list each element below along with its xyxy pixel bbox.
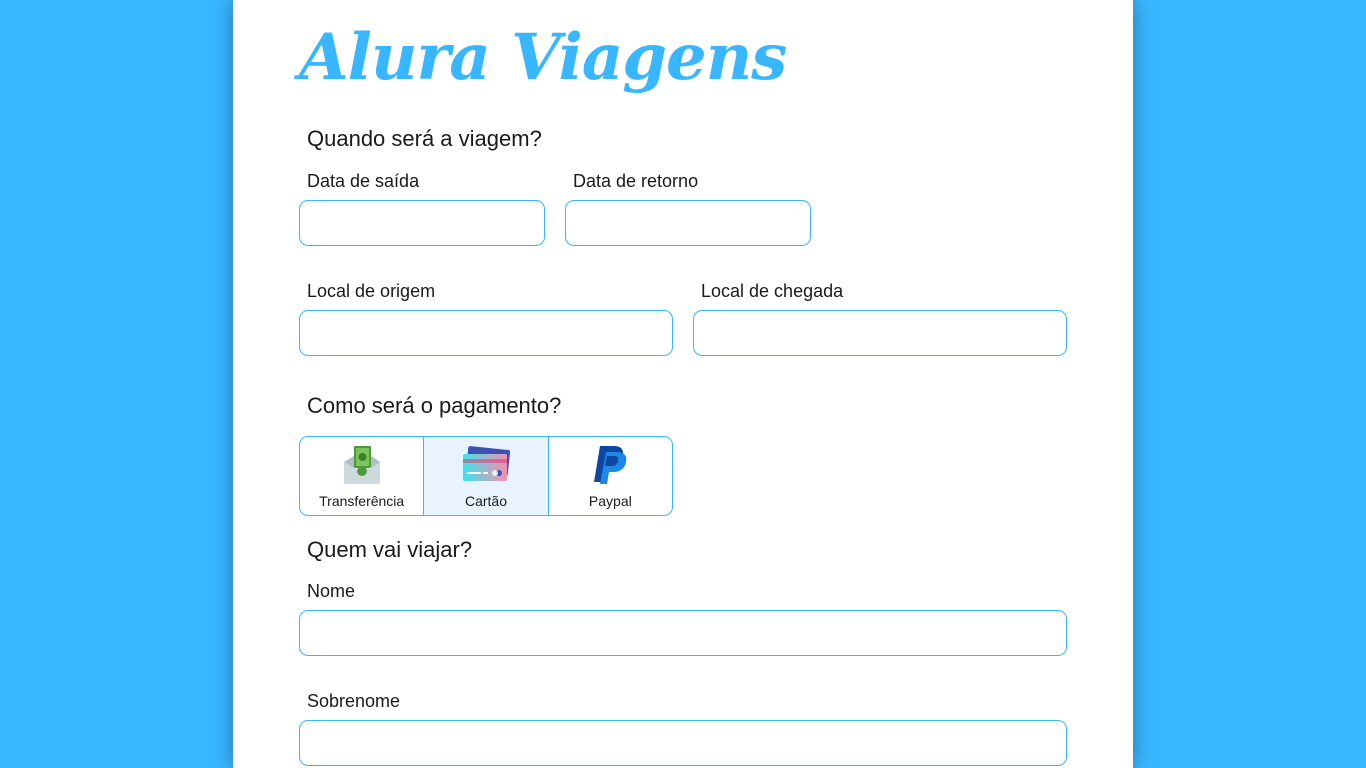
departure-date-field[interactable] bbox=[299, 200, 545, 246]
return-date-field[interactable] bbox=[565, 200, 811, 246]
logo: Alura Viagens bbox=[299, 20, 787, 95]
payment-option-label: Cartão bbox=[464, 493, 507, 509]
booking-form-card: Alura Viagens Quando será a viagem? Data… bbox=[233, 0, 1133, 768]
payment-option-transfer[interactable]: Transferência bbox=[300, 437, 423, 515]
payment-option-label: Transferência bbox=[319, 493, 405, 509]
return-date-label: Data de retorno bbox=[573, 171, 699, 191]
payment-method-selector: Transferência Cartão Paypal bbox=[299, 436, 673, 516]
first-name-field[interactable] bbox=[299, 610, 1067, 656]
payment-option-label: Paypal bbox=[588, 493, 632, 509]
origin-label: Local de origem bbox=[307, 281, 436, 301]
last-name-label: Sobrenome bbox=[307, 691, 401, 711]
destination-field[interactable] bbox=[693, 310, 1067, 356]
paypal-logo-icon bbox=[585, 443, 635, 487]
traveler-section-title: Quem vai viajar? bbox=[307, 537, 473, 562]
payment-option-paypal[interactable]: Paypal bbox=[547, 437, 672, 515]
departure-date-label: Data de saída bbox=[307, 171, 420, 191]
origin-field[interactable] bbox=[299, 310, 673, 356]
payment-section-title: Como será o pagamento? bbox=[307, 393, 562, 418]
first-name-label: Nome bbox=[307, 581, 356, 601]
trip-section-title: Quando será a viagem? bbox=[307, 126, 542, 151]
payment-option-card[interactable]: Cartão bbox=[423, 437, 548, 515]
credit-card-icon bbox=[461, 443, 511, 487]
destination-label: Local de chegada bbox=[701, 281, 844, 301]
bank-transfer-envelope-icon bbox=[337, 443, 387, 487]
last-name-field[interactable] bbox=[299, 720, 1067, 766]
